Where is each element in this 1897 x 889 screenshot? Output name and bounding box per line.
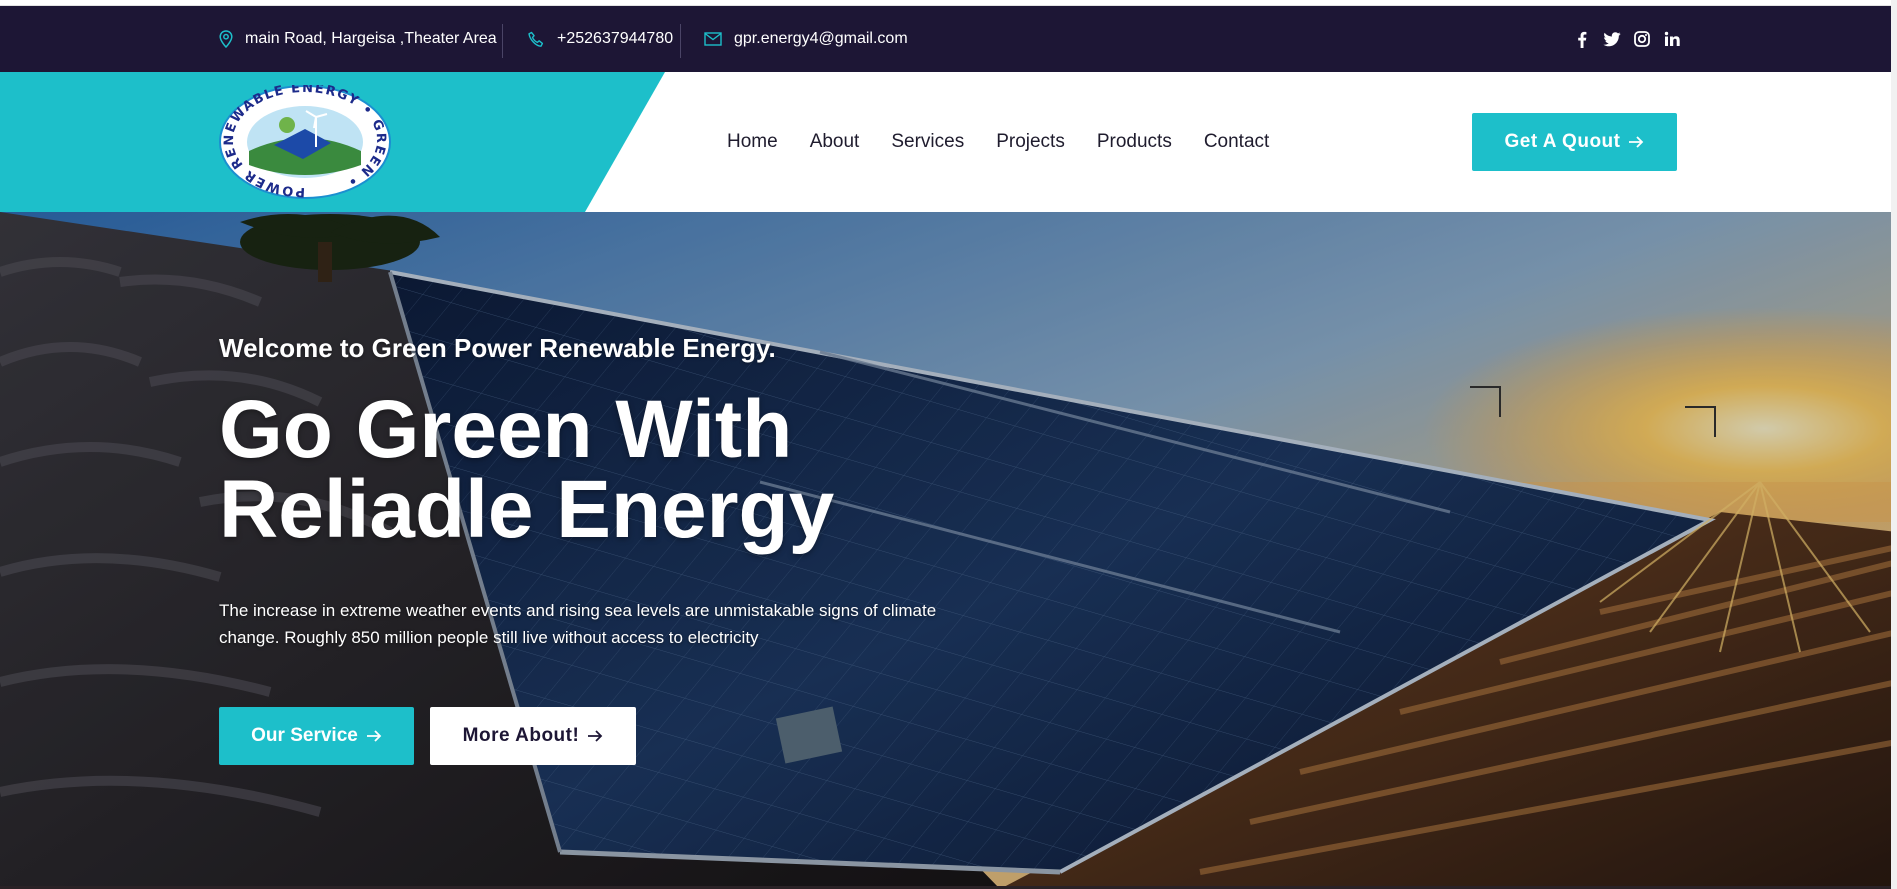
instagram-icon[interactable]: [1633, 30, 1651, 48]
nav-item-services[interactable]: Services: [891, 131, 964, 153]
our-service-button[interactable]: Our Service: [219, 707, 414, 765]
divider: [680, 24, 681, 58]
hero-banner: Welcome to Green Power Renewable Energy.…: [0, 212, 1897, 889]
nav-item-projects[interactable]: Projects: [996, 131, 1065, 153]
divider: [502, 24, 503, 58]
hero-headline-line1: Go Green With: [219, 384, 793, 475]
hero-headline: Go Green With Reliadle Energy: [219, 384, 835, 555]
hero-welcome-text: Welcome to Green Power Renewable Energy.: [219, 333, 776, 363]
nav-item-contact[interactable]: Contact: [1204, 131, 1269, 153]
site-header: POWER RENEWABLE ENERGY • GREEN • Home Ab…: [0, 72, 1897, 212]
page-scrollbar[interactable]: [1891, 0, 1897, 889]
arrow-right-icon: [366, 730, 382, 742]
main-nav: Home About Services Projects Products Co…: [727, 72, 1269, 212]
nav-item-about[interactable]: About: [810, 131, 860, 153]
get-quote-button[interactable]: Get A Quout: [1472, 113, 1677, 171]
hero-description: The increase in extreme weather events a…: [219, 601, 937, 647]
facebook-icon[interactable]: [1573, 30, 1591, 48]
address-text: main Road, Hargeisa ,Theater Area: [245, 30, 497, 47]
nav-item-home[interactable]: Home: [727, 131, 778, 153]
email-text[interactable]: gpr.energy4@gmail.com: [734, 30, 908, 48]
more-about-button[interactable]: More About!: [430, 707, 636, 765]
arrow-right-icon: [588, 730, 603, 742]
more-about-label: More About!: [462, 725, 580, 746]
hero-headline-line2: Reliadle Energy: [219, 464, 835, 555]
email-info[interactable]: gpr.energy4@gmail.com: [704, 6, 908, 72]
phone-text[interactable]: +252637944780: [557, 30, 673, 48]
location-pin-icon: [219, 30, 233, 48]
top-info-bar: main Road, Hargeisa ,Theater Area +25263…: [0, 6, 1897, 72]
linkedin-icon[interactable]: [1663, 30, 1681, 48]
envelope-icon: [704, 32, 722, 46]
nav-item-products[interactable]: Products: [1097, 131, 1172, 153]
social-links: [1573, 6, 1681, 72]
twitter-icon[interactable]: [1603, 30, 1621, 48]
our-service-label: Our Service: [251, 725, 358, 746]
company-logo[interactable]: POWER RENEWABLE ENERGY • GREEN •: [219, 81, 391, 199]
arrow-right-icon: [1629, 136, 1644, 148]
address-info: main Road, Hargeisa ,Theater Area: [219, 6, 497, 72]
phone-icon: [528, 31, 544, 47]
get-quote-label: Get A Quout: [1504, 131, 1621, 152]
phone-info[interactable]: +252637944780: [528, 6, 673, 72]
